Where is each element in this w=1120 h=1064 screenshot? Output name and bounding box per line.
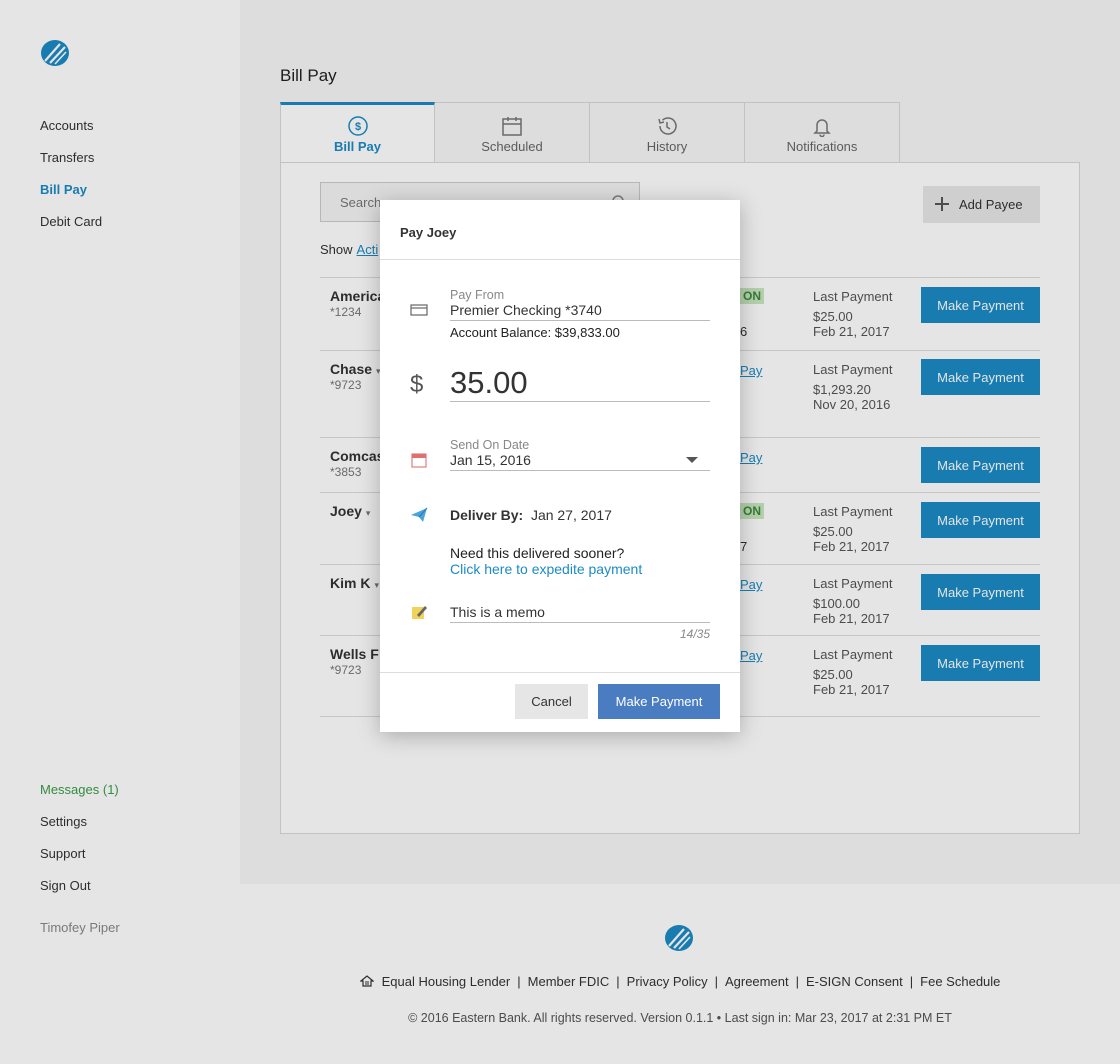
divider [380,259,740,260]
field-underline [450,401,710,402]
make-payment-submit-button[interactable]: Make Payment [598,684,720,719]
dollar-sign-icon: $ [410,371,424,398]
send-date-label: Send On Date [450,438,530,452]
cancel-button[interactable]: Cancel [515,684,588,719]
divider [380,672,740,673]
calendar-icon [411,453,427,468]
pay-from-label: Pay From [450,288,505,302]
field-underline [450,622,710,623]
dialog-title: Pay Joey [400,225,457,240]
deliver-by: Deliver By: Jan 27, 2017 [450,507,612,523]
memo-input[interactable]: This is a memo [450,604,545,620]
deliver-by-label: Deliver By: [450,507,524,523]
pay-from-select[interactable]: Premier Checking *3740 [450,302,602,318]
paper-plane-icon [411,507,428,522]
field-underline [450,470,710,471]
credit-card-icon [410,304,428,316]
sooner-text: Need this delivered sooner? [450,545,625,561]
amount-input[interactable]: 35.00 [450,365,528,401]
account-balance: Account Balance: $39,833.00 [450,325,620,340]
expedite-link[interactable]: Click here to expedite payment [450,561,642,577]
memo-icon [412,606,427,619]
pay-dialog: Pay Joey Pay From Premier Checking *3740… [380,200,740,732]
field-underline [450,320,710,321]
chevron-down-icon[interactable] [686,457,698,463]
send-date-select[interactable]: Jan 15, 2016 [450,452,531,468]
deliver-by-date: Jan 27, 2017 [530,507,612,523]
memo-char-counter: 14/35 [679,627,710,641]
